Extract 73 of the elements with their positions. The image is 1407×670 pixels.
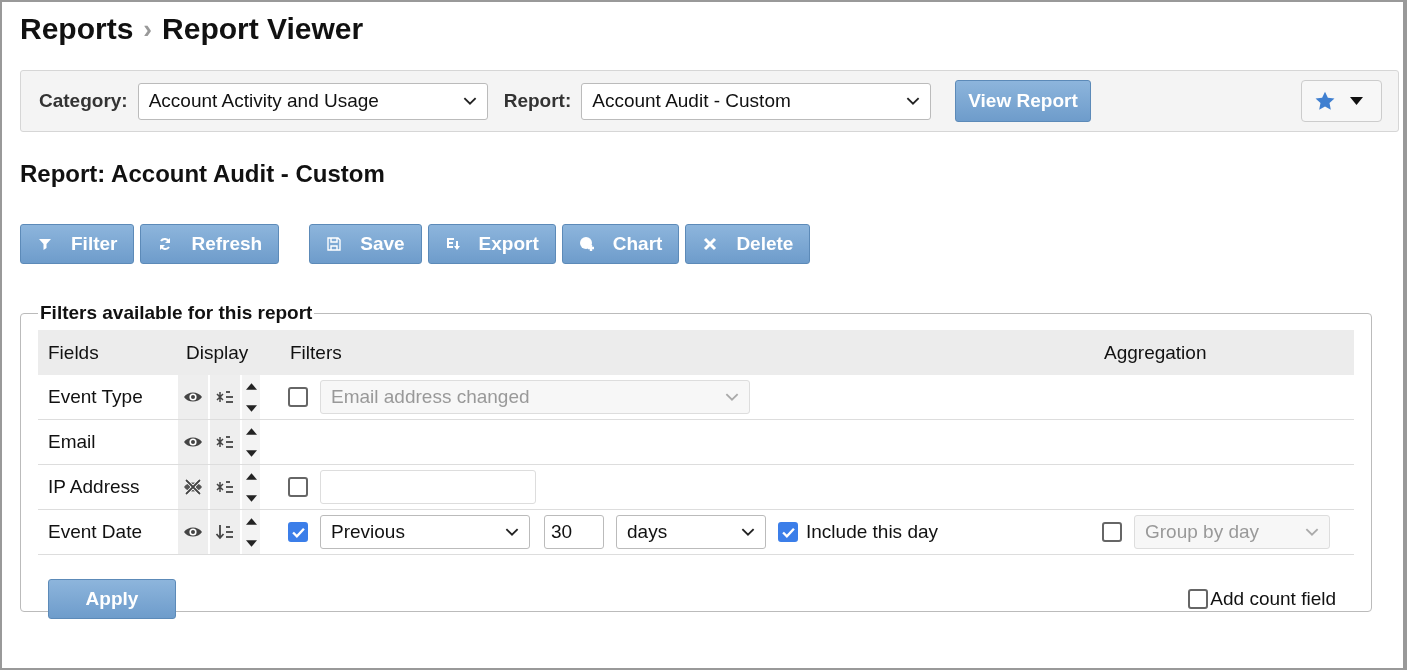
filters-legend: Filters available for this report [38,302,315,324]
filter-input[interactable] [320,470,536,504]
include-day-checkbox[interactable] [778,522,798,542]
column-header: Aggregation [1092,330,1354,375]
column-header: Filters [280,330,1092,375]
checkmark-icon [291,526,305,538]
visibility-toggle[interactable] [178,420,208,464]
favorites-button[interactable] [1301,80,1382,122]
move-down-button[interactable] [245,404,257,412]
sort-toggle[interactable] [210,465,240,509]
crossed-eye-icon [183,477,203,497]
move-up-button[interactable] [245,517,257,525]
page-title: Report Viewer [162,12,364,46]
checkmark-icon [781,526,795,538]
move-up-button[interactable] [245,472,257,480]
add-count-label: Add count field [1210,588,1336,610]
chevron-down-icon [741,527,755,537]
range-mode-dropdown[interactable]: Previous [320,515,530,549]
move-down-button[interactable] [245,449,257,457]
sort-descending-icon [215,522,235,542]
move-down-button[interactable] [245,539,257,547]
breadcrumb-separator: › [143,13,153,45]
include-day-label: Include this day [806,521,939,543]
down-triangle-icon [245,494,257,502]
up-triangle-icon [245,472,257,480]
export-icon [444,236,461,252]
chart-icon [578,236,595,252]
visibility-toggle[interactable] [178,510,208,554]
up-triangle-icon [245,517,257,525]
filter-icon [37,236,53,252]
move-down-button[interactable] [245,494,257,502]
down-triangle-icon [245,449,257,457]
report-dropdown[interactable]: Account Audit - Custom [581,82,932,120]
action-button[interactable]: Filter [20,224,135,264]
chevron-down-icon [1305,527,1319,537]
sort-toggle[interactable] [210,420,240,464]
breadcrumb-link[interactable]: Reports [20,12,134,46]
action-button[interactable]: Delete [685,224,811,264]
sort-toggle[interactable] [210,375,240,419]
visibility-toggle[interactable] [178,375,208,419]
report-heading: Report: Account Audit - Custom [20,160,386,188]
chevron-down-icon [906,96,921,106]
down-triangle-icon [245,404,257,412]
add-count-checkbox[interactable] [1188,589,1209,609]
chevron-down-icon [505,527,519,537]
sort-toggle[interactable] [210,510,240,554]
action-button[interactable]: Chart [561,224,680,264]
action-button[interactable]: Refresh [140,224,280,264]
action-button[interactable]: Export [427,224,556,264]
down-triangle-icon [245,539,257,547]
category-label: Category: [39,90,128,112]
star-icon [1314,90,1336,112]
column-header: Display [178,330,280,375]
view-report-button[interactable]: View Report [955,80,1091,122]
save-icon [326,236,343,252]
up-triangle-icon [245,427,257,435]
apply-button[interactable]: Apply [48,579,176,619]
caret-icon [1350,97,1363,105]
column-header: Fields [38,330,178,375]
chevron-down-icon [725,392,739,402]
delete-icon [702,236,719,252]
count-input[interactable]: 30 [544,515,604,549]
move-up-button[interactable] [245,427,257,435]
filter-checkbox[interactable] [288,522,308,542]
move-up-button[interactable] [245,382,257,390]
visibility-toggle[interactable] [178,465,208,509]
filter-checkbox[interactable] [288,477,308,497]
chevron-down-icon [462,96,477,106]
unit-dropdown[interactable]: days [616,515,766,549]
report-label: Report: [503,90,572,112]
category-dropdown[interactable]: Account Activity and Usage [137,82,488,120]
action-button[interactable]: Save [309,224,422,264]
up-triangle-icon [245,382,257,390]
